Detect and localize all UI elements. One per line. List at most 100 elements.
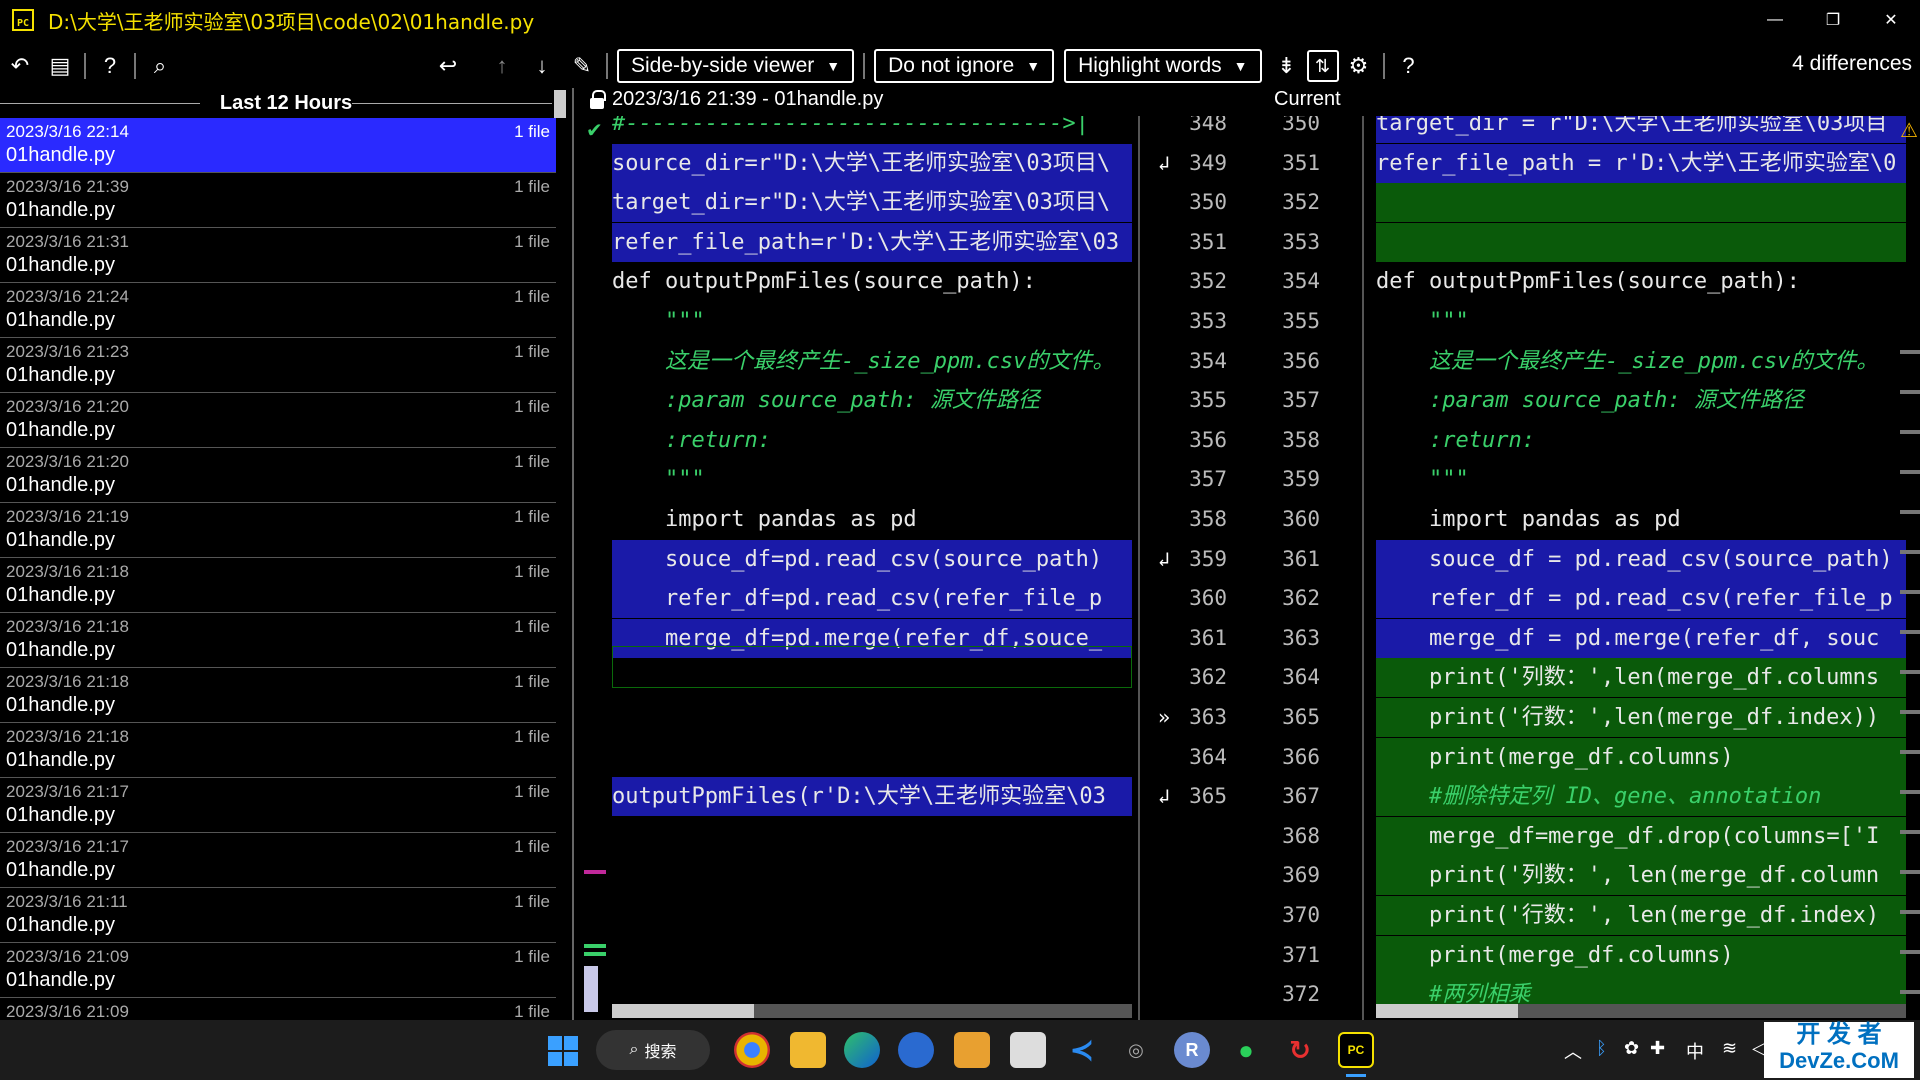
left-line-number: 357 — [1189, 467, 1227, 492]
revision-item[interactable]: 2023/3/16 21:24 1 file 01handle.py — [0, 283, 556, 338]
r-language-icon[interactable]: R — [1174, 1032, 1210, 1068]
wrap-icon[interactable]: ↩ — [428, 46, 468, 86]
revision-file-count: 1 file — [514, 782, 550, 801]
right-code-editor[interactable]: target_dir = r"D:\大学\王老师实验室\03项目 refer_fi… — [1376, 116, 1906, 1020]
remote-app-icon[interactable]: ◎ — [1118, 1032, 1154, 1068]
panel-splitter[interactable] — [572, 88, 574, 1020]
left-scroll-thumb[interactable] — [612, 1004, 754, 1018]
watermark-logo: 开 发 者 DevZe.CoM — [1764, 1022, 1914, 1078]
help-icon[interactable]: ? — [90, 46, 130, 86]
sync-scroll-icon[interactable]: ⇅ — [1306, 50, 1339, 82]
right-line-number: 364 — [1282, 665, 1320, 690]
highlight-dropdown[interactable]: Highlight words ▼ — [1064, 49, 1262, 83]
revision-item[interactable]: 2023/3/16 21:09 1 file 01handle.py — [0, 943, 556, 998]
wifi-icon[interactable]: ≋ — [1722, 1038, 1737, 1059]
code-line: merge_df=merge_df.drop(columns=['I — [1376, 816, 1906, 856]
code-line — [1376, 222, 1906, 262]
revision-item[interactable]: 2023/3/16 21:19 1 file 01handle.py — [0, 503, 556, 558]
apply-change-icon[interactable]: ↲ — [1158, 144, 1170, 183]
revision-date: 2023/3/16 21:18 — [6, 672, 129, 691]
bluetooth-icon[interactable]: ᛒ — [1596, 1038, 1607, 1059]
taskbar-search[interactable]: ⌕ 搜索 — [596, 1030, 710, 1070]
revision-item[interactable]: 2023/3/16 21:17 1 file 01handle.py — [0, 778, 556, 833]
revision-date: 2023/3/16 21:18 — [6, 727, 129, 746]
code-line: refer_file_path = r'D:\大学\王老师实验室\0 — [1376, 143, 1906, 183]
revert-icon[interactable]: ↶ — [0, 46, 40, 86]
right-line-number: 355 — [1282, 309, 1320, 333]
collapse-unchanged-icon[interactable]: ⇟ — [1267, 46, 1307, 86]
left-line-number: 359 — [1189, 546, 1227, 571]
code-line: import pandas as pd — [1376, 507, 1681, 532]
revision-item[interactable]: 2023/3/16 21:18 1 file 01handle.py — [0, 668, 556, 723]
right-revision-title: Current — [1274, 88, 1341, 110]
revision-item[interactable]: 2023/3/16 21:18 1 file 01handle.py — [0, 613, 556, 668]
revision-item[interactable]: 2023/3/16 22:14 1 file 01handle.py — [0, 118, 556, 173]
revision-item[interactable]: 2023/3/16 21:23 1 file 01handle.py — [0, 338, 556, 393]
close-icon[interactable]: ✕ — [1862, 0, 1920, 40]
document-app-icon[interactable] — [1010, 1032, 1046, 1068]
pycharm-taskbar-icon[interactable]: PC — [1338, 1032, 1374, 1068]
search-icon: ⌕ — [629, 1041, 639, 1058]
watermark-line1: 开 发 者 — [1796, 1021, 1882, 1048]
gutter-row: 348 350 — [1140, 116, 1362, 143]
whitespace-dropdown[interactable]: Do not ignore ▼ — [874, 49, 1055, 83]
revision-item[interactable]: 2023/3/16 21:18 1 file 01handle.py — [0, 558, 556, 613]
wechat-icon[interactable]: ● — [1228, 1032, 1264, 1068]
revision-item[interactable]: 2023/3/16 21:20 1 file 01handle.py — [0, 448, 556, 503]
earth-app-icon[interactable] — [898, 1032, 934, 1068]
right-line-number: 369 — [1282, 863, 1320, 888]
apply-change-icon[interactable]: ↲ — [1158, 540, 1170, 579]
folder-icon[interactable] — [790, 1032, 826, 1068]
revision-item[interactable]: 2023/3/16 21:31 1 file 01handle.py — [0, 228, 556, 283]
revision-date: 2023/3/16 21:09 — [6, 947, 129, 966]
code-line: :param source_path: 源文件路径 — [612, 388, 1040, 414]
revision-item[interactable]: 2023/3/16 21:17 1 file 01handle.py — [0, 833, 556, 888]
revision-item[interactable]: 2023/3/16 21:20 1 file 01handle.py — [0, 393, 556, 448]
gutter-row: 369 — [1140, 856, 1362, 895]
previous-difference-icon[interactable]: ↑ — [482, 46, 522, 86]
revision-item[interactable]: 2023/3/16 21:39 1 file 01handle.py — [0, 173, 556, 228]
edge-icon[interactable] — [844, 1032, 880, 1068]
gutter-row: 364 366 — [1140, 738, 1362, 777]
left-line-number: 362 — [1189, 665, 1227, 690]
start-icon[interactable] — [548, 1036, 578, 1066]
red-app-icon[interactable]: ↻ — [1282, 1032, 1318, 1068]
next-difference-icon[interactable]: ↓ — [522, 46, 562, 86]
viewer-mode-dropdown[interactable]: Side-by-side viewer ▼ — [617, 49, 855, 83]
revision-file-name: 01handle.py — [6, 584, 115, 606]
gutter-row: 372 — [1140, 975, 1362, 1014]
minimize-icon[interactable]: — — [1746, 0, 1804, 40]
left-code-editor[interactable]: #--------------------------------->| sour… — [612, 116, 1132, 1020]
gear-icon[interactable]: ⚙ — [1339, 46, 1379, 86]
left-line-number: 365 — [1189, 784, 1227, 809]
revision-item[interactable]: 2023/3/16 21:18 1 file 01handle.py — [0, 723, 556, 778]
revision-file-name: 01handle.py — [6, 474, 115, 496]
gutter-row: 357 359 — [1140, 460, 1362, 499]
chrome-icon[interactable] — [734, 1032, 770, 1068]
revision-file-count: 1 file — [514, 122, 550, 141]
paint-app-icon[interactable] — [954, 1032, 990, 1068]
revision-date: 2023/3/16 21:17 — [6, 837, 129, 856]
code-line: refer_df = pd.read_csv(refer_file_p — [1376, 579, 1906, 619]
tray-tool-icon[interactable]: ✚ — [1650, 1038, 1665, 1059]
filter-search-icon[interactable]: ⌕ — [140, 46, 180, 86]
apply-change-icon[interactable]: ↲ — [1158, 777, 1170, 816]
edit-source-icon[interactable]: ✎ — [562, 46, 602, 86]
window-title: D:\大学\王老师实验室\03项目\code\02\01handle.py — [48, 9, 535, 34]
right-scroll-thumb[interactable] — [1376, 1004, 1518, 1018]
tray-app-icon[interactable]: ✿ — [1624, 1038, 1639, 1059]
restore-icon[interactable]: ❐ — [1804, 0, 1862, 40]
create-patch-icon[interactable]: ▤ — [40, 46, 80, 86]
right-line-number: 353 — [1282, 229, 1320, 254]
history-scrollbar[interactable] — [554, 90, 566, 118]
diff-help-icon[interactable]: ? — [1389, 46, 1429, 86]
revision-item[interactable]: 2023/3/16 21:11 1 file 01handle.py — [0, 888, 556, 943]
vscode-icon[interactable]: ≺ — [1064, 1032, 1100, 1068]
revision-file-count: 1 file — [514, 342, 550, 361]
revision-file-count: 1 file — [514, 507, 550, 526]
tray-chevron-icon[interactable]: ︿ — [1564, 1038, 1582, 1064]
revision-item[interactable]: 2023/3/16 21:09 1 file — [0, 998, 556, 1020]
apply-change-icon[interactable]: » — [1158, 698, 1170, 737]
ime-indicator[interactable]: 中 — [1686, 1038, 1704, 1064]
revision-file-name: 01handle.py — [6, 639, 115, 661]
